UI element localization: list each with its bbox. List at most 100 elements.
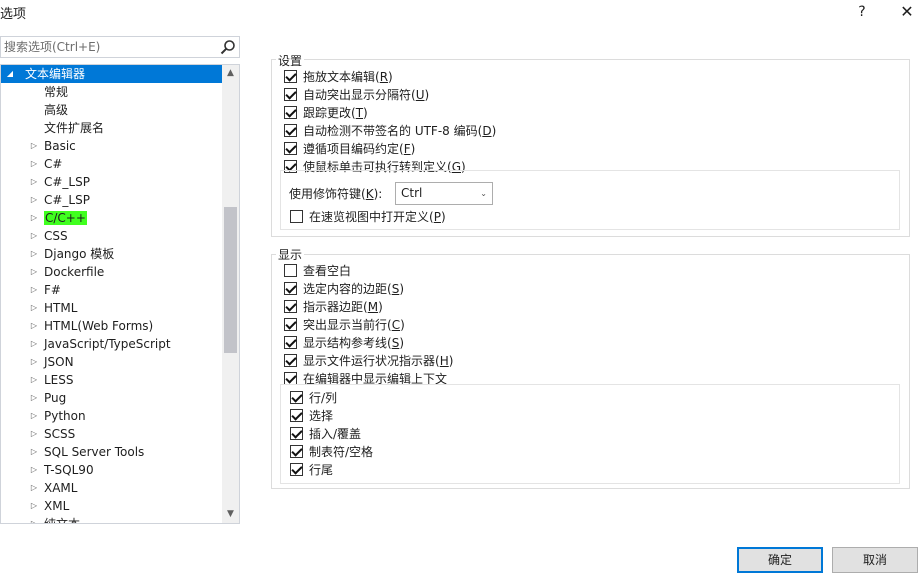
- checkbox[interactable]: [284, 70, 297, 83]
- scroll-thumb[interactable]: [224, 207, 237, 353]
- tree-item-child[interactable]: 常规: [1, 83, 222, 101]
- tree-item-text-editor[interactable]: ◢ 文本编辑器: [1, 65, 222, 83]
- expanded-arrow-icon[interactable]: ◢: [4, 65, 16, 83]
- context-option-checkbox[interactable]: 制表符/空格: [290, 443, 373, 461]
- help-button[interactable]: ?: [852, 2, 872, 22]
- checkbox-label: 显示结构参考线: [303, 336, 388, 350]
- tree-item-child[interactable]: 文件扩展名: [1, 119, 222, 137]
- collapsed-arrow-icon[interactable]: ▷: [28, 245, 40, 263]
- checkbox[interactable]: [290, 463, 303, 476]
- tree-item-language[interactable]: ▷ JSON: [1, 353, 222, 371]
- tree-item-language[interactable]: ▷ C#: [1, 155, 222, 173]
- display-option-checkbox[interactable]: 选定内容的边距(S): [284, 280, 404, 298]
- tree-item-language[interactable]: ▷ Python: [1, 407, 222, 425]
- tree-item-language[interactable]: ▷ C#_LSP: [1, 191, 222, 209]
- collapsed-arrow-icon[interactable]: ▷: [28, 443, 40, 461]
- settings-option-checkbox[interactable]: 遵循项目编码约定(F): [284, 140, 415, 158]
- context-option-checkbox[interactable]: 插入/覆盖: [290, 425, 361, 443]
- checkbox[interactable]: [290, 391, 303, 404]
- checkbox-label: 插入/覆盖: [309, 427, 362, 441]
- tree-item-label: Django 模板: [44, 247, 115, 261]
- tree-item-language[interactable]: ▷ SQL Server Tools: [1, 443, 222, 461]
- tree-item-language[interactable]: ▷ CSS: [1, 227, 222, 245]
- collapsed-arrow-icon[interactable]: ▷: [28, 191, 40, 209]
- collapsed-arrow-icon[interactable]: ▷: [28, 371, 40, 389]
- peek-checkbox[interactable]: 在速览视图中打开定义(P): [290, 208, 446, 226]
- context-option-checkbox[interactable]: 选择: [290, 407, 333, 425]
- collapsed-arrow-icon[interactable]: ▷: [28, 461, 40, 479]
- tree-item-language[interactable]: ▷ SCSS: [1, 425, 222, 443]
- ok-button[interactable]: 确定: [737, 547, 823, 573]
- checkbox[interactable]: [284, 300, 297, 313]
- tree-item-language[interactable]: ▷ Dockerfile: [1, 263, 222, 281]
- collapsed-arrow-icon[interactable]: ▷: [28, 317, 40, 335]
- context-option-checkbox[interactable]: 行尾: [290, 461, 333, 479]
- tree-item-language[interactable]: ▷ T-SQL90: [1, 461, 222, 479]
- close-button[interactable]: ✕: [896, 2, 918, 22]
- display-option-checkbox[interactable]: 指示器边距(M): [284, 298, 383, 316]
- checkbox-label: 自动突出显示分隔符: [303, 88, 412, 102]
- checkbox[interactable]: [284, 336, 297, 349]
- search-input[interactable]: [1, 37, 211, 57]
- tree-item-language[interactable]: ▷ LESS: [1, 371, 222, 389]
- checkbox[interactable]: [284, 354, 297, 367]
- collapsed-arrow-icon[interactable]: ▷: [28, 263, 40, 281]
- tree-scrollbar[interactable]: ▲ ▼: [222, 65, 239, 523]
- checkbox[interactable]: [284, 106, 297, 119]
- collapsed-arrow-icon[interactable]: ▷: [28, 515, 40, 523]
- peek-check[interactable]: [290, 210, 303, 223]
- tree-item-language[interactable]: ▷ XAML: [1, 479, 222, 497]
- tree-item-language[interactable]: ▷ C/C++: [1, 209, 222, 227]
- collapsed-arrow-icon[interactable]: ▷: [28, 281, 40, 299]
- search-icon[interactable]: [219, 38, 237, 56]
- collapsed-arrow-icon[interactable]: ▷: [28, 353, 40, 371]
- context-option-checkbox[interactable]: 行/列: [290, 389, 337, 407]
- collapsed-arrow-icon[interactable]: ▷: [28, 299, 40, 317]
- tree-item-language[interactable]: ▷ JavaScript/TypeScript: [1, 335, 222, 353]
- collapsed-arrow-icon[interactable]: ▷: [28, 137, 40, 155]
- cancel-button[interactable]: 取消: [832, 547, 918, 573]
- display-option-checkbox[interactable]: 查看空白: [284, 262, 351, 280]
- checkbox[interactable]: [284, 142, 297, 155]
- tree-item-language[interactable]: ▷ Django 模板: [1, 245, 222, 263]
- checkbox[interactable]: [284, 88, 297, 101]
- settings-option-checkbox[interactable]: 自动检测不带签名的 UTF-8 编码(D): [284, 122, 496, 140]
- checkbox[interactable]: [284, 318, 297, 331]
- collapsed-arrow-icon[interactable]: ▷: [28, 497, 40, 515]
- settings-option-checkbox[interactable]: 自动突出显示分隔符(U): [284, 86, 429, 104]
- collapsed-arrow-icon[interactable]: ▷: [28, 479, 40, 497]
- scroll-down-icon[interactable]: ▼: [222, 506, 239, 523]
- collapsed-arrow-icon[interactable]: ▷: [28, 227, 40, 245]
- checkbox[interactable]: [290, 445, 303, 458]
- modifier-select[interactable]: Ctrl ⌄: [395, 182, 493, 205]
- collapsed-arrow-icon[interactable]: ▷: [28, 173, 40, 191]
- tree-item-language[interactable]: ▷ HTML(Web Forms): [1, 317, 222, 335]
- tree-item-language[interactable]: ▷ HTML: [1, 299, 222, 317]
- tree-item-language[interactable]: ▷ Pug: [1, 389, 222, 407]
- settings-option-checkbox[interactable]: 拖放文本编辑(R): [284, 68, 393, 86]
- display-option-checkbox[interactable]: 显示文件运行状况指示器(H): [284, 352, 453, 370]
- checkbox[interactable]: [284, 264, 297, 277]
- tree-item-language[interactable]: ▷ F#: [1, 281, 222, 299]
- tree-item-child[interactable]: 高级: [1, 101, 222, 119]
- checkbox[interactable]: [284, 282, 297, 295]
- display-option-checkbox[interactable]: 显示结构参考线(S): [284, 334, 404, 352]
- checkbox-label: 选择: [309, 409, 334, 423]
- settings-option-checkbox[interactable]: 跟踪更改(T): [284, 104, 368, 122]
- tree-item-language[interactable]: ▷ C#_LSP: [1, 173, 222, 191]
- checkbox[interactable]: [290, 427, 303, 440]
- scroll-up-icon[interactable]: ▲: [222, 65, 239, 82]
- collapsed-arrow-icon[interactable]: ▷: [28, 389, 40, 407]
- checkbox[interactable]: [284, 124, 297, 137]
- collapsed-arrow-icon[interactable]: ▷: [28, 407, 40, 425]
- tree-item-language[interactable]: ▷ Basic: [1, 137, 222, 155]
- tree-item-language[interactable]: ▷ XML: [1, 497, 222, 515]
- collapsed-arrow-icon[interactable]: ▷: [28, 209, 40, 227]
- collapsed-arrow-icon[interactable]: ▷: [28, 155, 40, 173]
- checkbox-label: 遵循项目编码约定: [303, 142, 400, 156]
- tree-item-language[interactable]: ▷ 纯文本: [1, 515, 222, 523]
- collapsed-arrow-icon[interactable]: ▷: [28, 425, 40, 443]
- checkbox[interactable]: [290, 409, 303, 422]
- display-option-checkbox[interactable]: 突出显示当前行(C): [284, 316, 405, 334]
- collapsed-arrow-icon[interactable]: ▷: [28, 335, 40, 353]
